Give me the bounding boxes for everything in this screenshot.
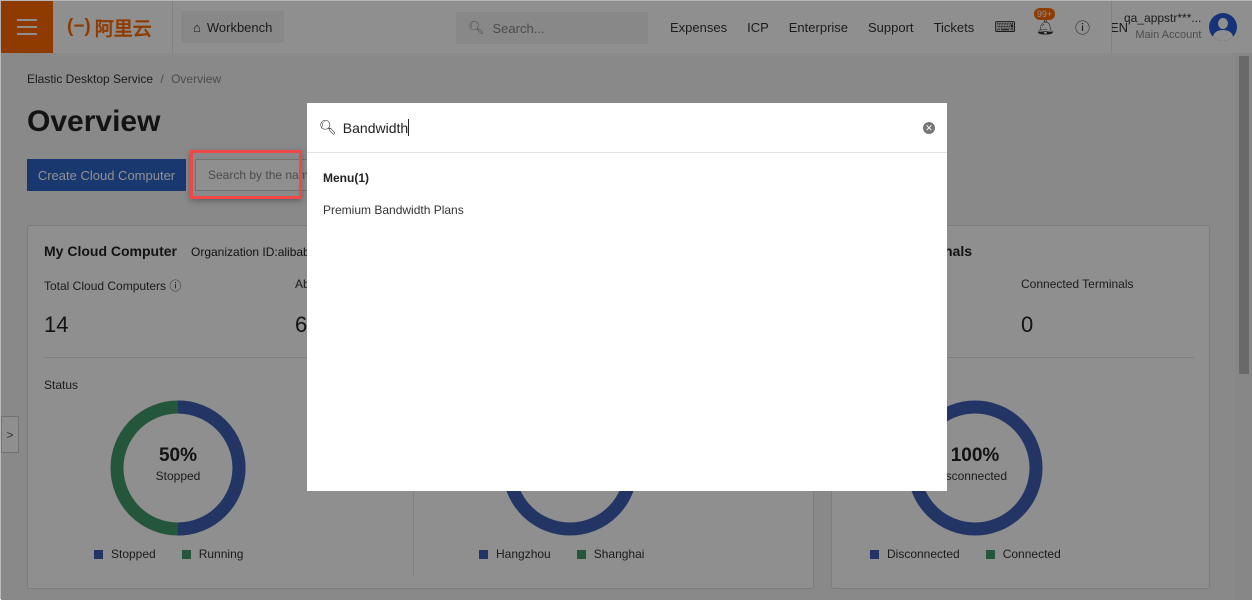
search-modal: 🔍︎ Bandwidth ✕ Menu(1) Premium Bandwidth… xyxy=(307,103,947,491)
search-query: Bandwidth xyxy=(342,120,409,136)
result-group-title: Menu(1) xyxy=(323,171,369,185)
highlight-box xyxy=(190,150,302,199)
clear-icon[interactable]: ✕ xyxy=(923,122,935,134)
search-icon: 🔍︎ xyxy=(319,119,337,135)
result-item[interactable]: Premium Bandwidth Plans xyxy=(323,203,464,217)
modal-search-input[interactable]: 🔍︎ Bandwidth ✕ xyxy=(307,103,947,153)
